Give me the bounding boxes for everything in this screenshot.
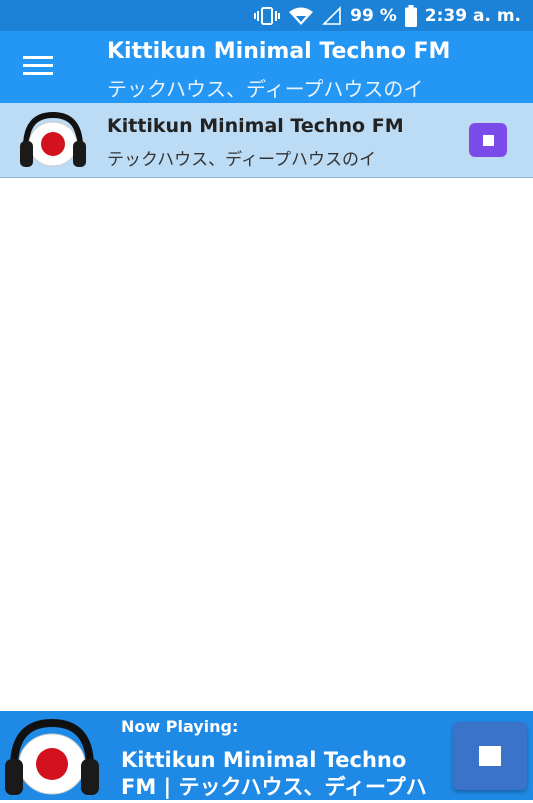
japan-flag-headphones-icon	[2, 717, 102, 799]
japan-flag-headphones-icon	[18, 111, 88, 171]
now-playing-title-line1: Kittikun Minimal Techno	[121, 748, 407, 772]
station-name: Kittikun Minimal Techno FM	[107, 115, 404, 137]
vibrate-icon	[254, 6, 281, 26]
battery-percent: 99 %	[350, 5, 397, 26]
wifi-icon	[288, 6, 314, 26]
battery-icon	[404, 4, 417, 27]
status-bar: 99 % 2:39 a. m.	[0, 0, 533, 31]
stop-icon	[479, 746, 501, 766]
hamburger-menu-icon	[23, 54, 53, 80]
stop-icon	[482, 134, 494, 146]
now-playing-title-line2: FM | テックハウス、ディープハ	[121, 775, 427, 799]
signal-icon	[322, 5, 342, 26]
station-subtitle: テックハウス、ディープハウスのイ	[107, 150, 376, 170]
now-playing-label: Now Playing:	[121, 717, 239, 736]
now-playing-bar[interactable]: Now Playing: Kittikun Minimal Techno FM …	[0, 711, 533, 800]
station-list-item[interactable]: Kittikun Minimal Techno FM テックハウス、ディープハウ…	[0, 103, 533, 178]
station-stop-button[interactable]	[469, 123, 507, 157]
app-subtitle: テックハウス、ディープハウスのイ	[107, 77, 424, 101]
clock: 2:39 a. m.	[424, 5, 521, 26]
app-title: Kittikun Minimal Techno FM	[107, 39, 451, 64]
player-stop-button[interactable]	[453, 722, 527, 790]
app-bar: Kittikun Minimal Techno FM テックハウス、ディープハウ…	[0, 31, 533, 103]
now-playing-title: Kittikun Minimal Techno FM | テックハウス、ディープ…	[121, 747, 431, 801]
menu-button[interactable]	[18, 49, 58, 85]
